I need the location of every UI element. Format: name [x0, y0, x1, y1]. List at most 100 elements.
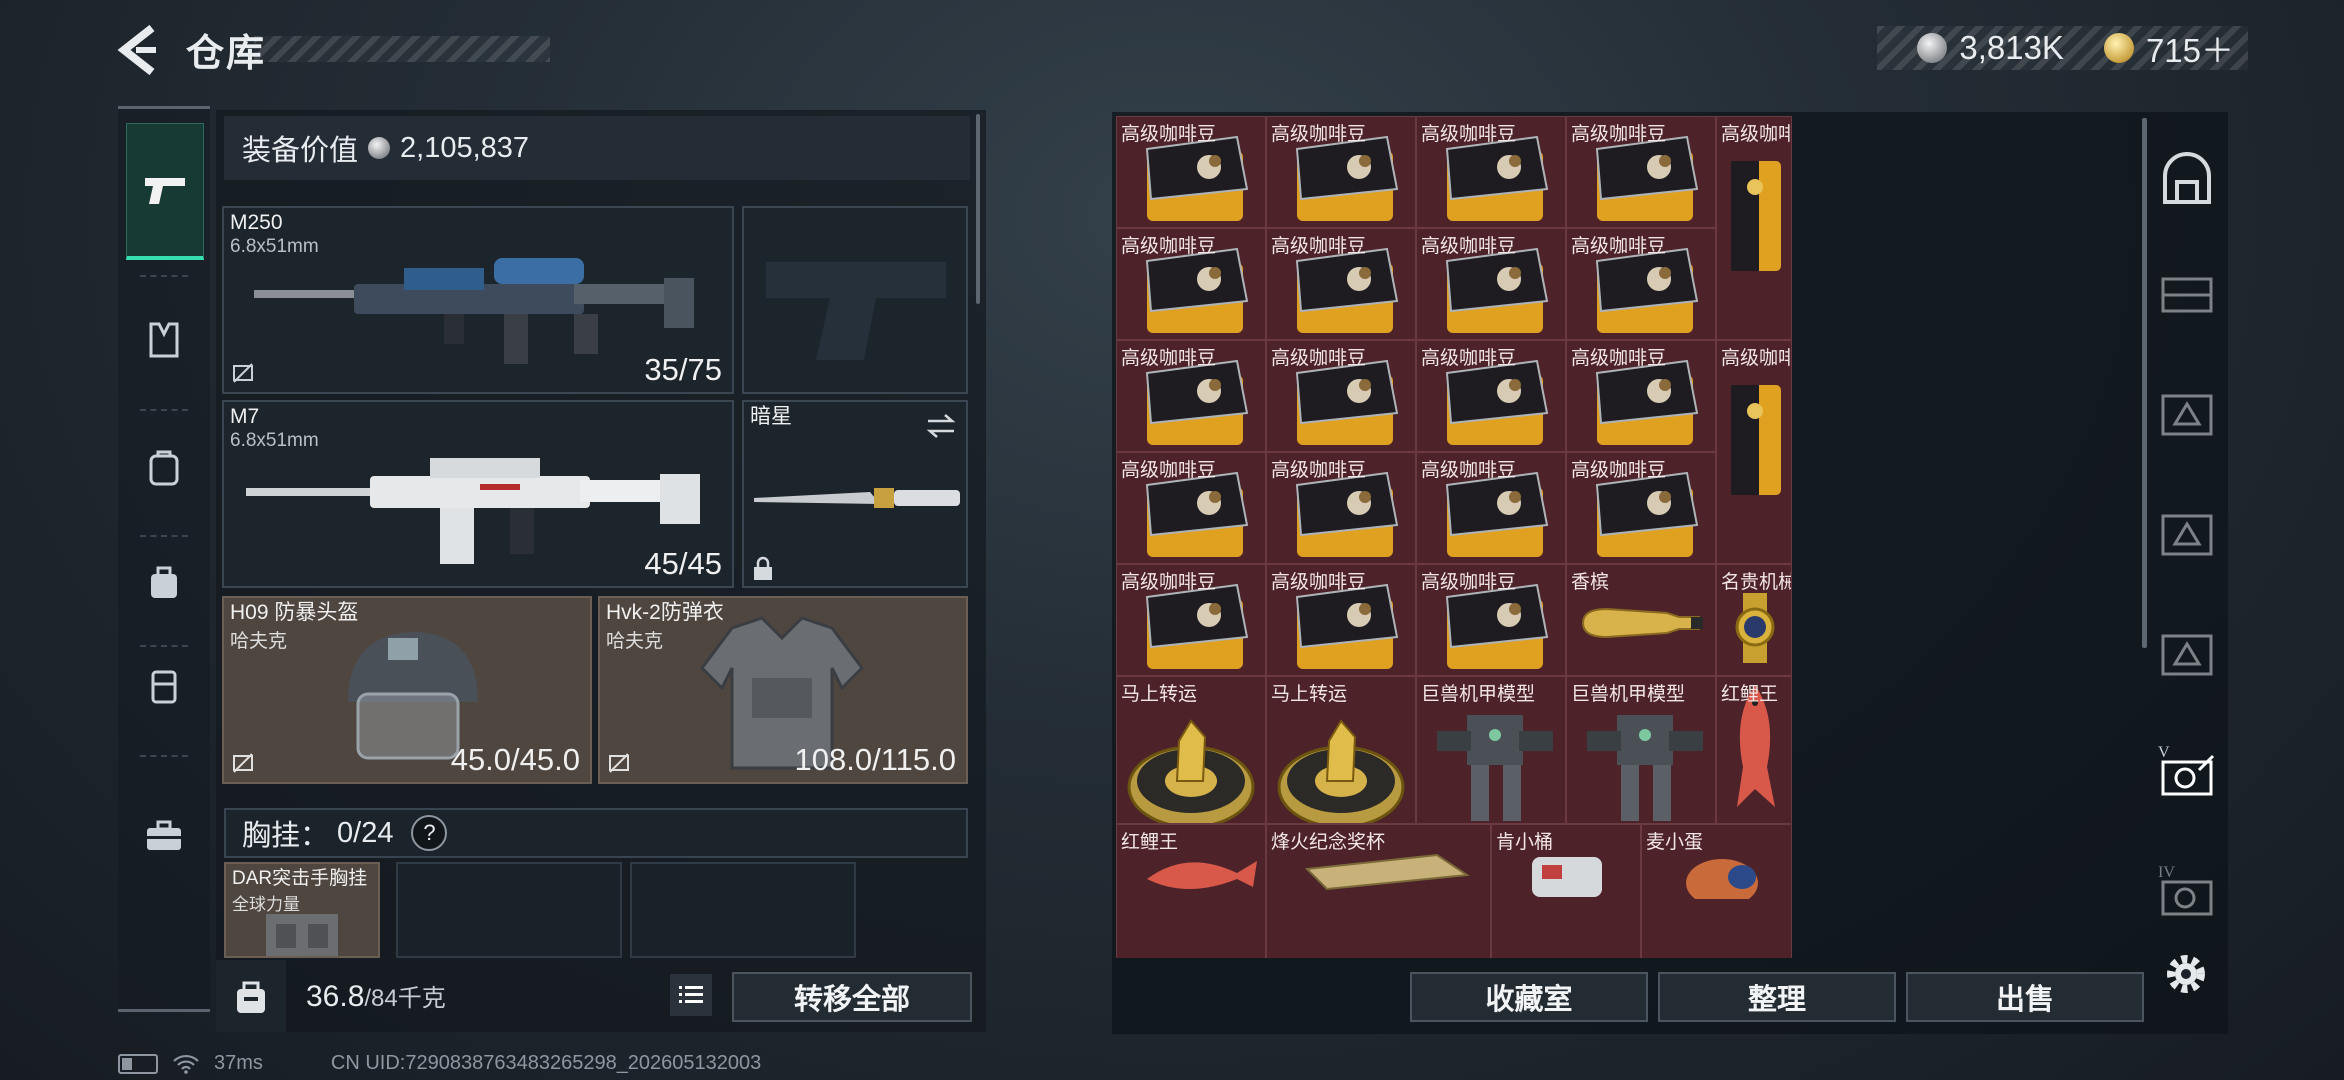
shelf-icon [2161, 277, 2213, 313]
storage-item-coffee[interactable]: 高级咖啡豆 [1566, 340, 1716, 452]
storage-item-coffee[interactable]: 高级咖啡豆 [1266, 116, 1416, 228]
no-insure-icon [609, 753, 629, 773]
storage-item-coffee[interactable]: 高级咖啡豆 [1116, 564, 1266, 676]
equipment-value: 2,105,837 [400, 131, 530, 164]
storage-item-fortune[interactable]: 马上转运 [1266, 676, 1416, 824]
storage-item-bucket[interactable]: 肯小桶 [1491, 824, 1641, 958]
storage-item-coffee[interactable]: 高级咖啡豆 [1566, 452, 1716, 564]
item-name: 马上转运 [1271, 684, 1348, 705]
storage-item-koi[interactable]: 红鲤王 [1116, 824, 1266, 958]
wifi-icon [173, 1054, 199, 1074]
gold-coin-icon [2103, 33, 2134, 63]
storage-item-champagne[interactable]: 香槟 [1566, 564, 1716, 676]
storage-page-4[interactable] [2154, 502, 2220, 568]
armor-brand: 哈夫克 [606, 631, 664, 652]
storage-page-v[interactable]: V [2154, 742, 2220, 808]
sort-button[interactable]: 整理 [1658, 972, 1896, 1022]
storage-item-watch[interactable]: 名贵机械表 [1716, 564, 1792, 676]
sidebar-tab-toolbox[interactable] [126, 791, 202, 881]
storage-item-koi[interactable]: 红鲤王 [1716, 676, 1792, 824]
silver-coin-icon [1917, 33, 1948, 63]
item-name: 肯小桶 [1496, 832, 1554, 853]
pistol-slot-empty[interactable] [742, 206, 968, 394]
item-name: 高级咖啡豆 [1121, 572, 1217, 593]
item-name: 高级咖啡豆 [1271, 460, 1367, 481]
currency-bar[interactable]: 3,813K 715＋ [1877, 26, 2248, 70]
storage-item-coffee[interactable]: 高级咖啡豆 [1116, 340, 1266, 452]
weapon-name: M7 [230, 405, 260, 428]
body-armor-slot[interactable]: Hvk-2防弹衣 哈夫克 108.0/115.0 [598, 596, 968, 784]
storage-item-coffee[interactable]: 高级咖啡豆 [1566, 228, 1716, 340]
list-view-button[interactable] [670, 974, 712, 1016]
storage-item-coffee[interactable]: 高级咖啡豆 [1416, 116, 1566, 228]
chest-rig-slot[interactable]: DAR突击手胸挂 全球力量 [224, 862, 380, 958]
chest-rig-name: DAR突击手胸挂 [232, 868, 368, 889]
primary-weapon-slot[interactable]: M250 6.8x51mm 35/75 [222, 206, 734, 394]
storage-page-2[interactable] [2154, 262, 2220, 328]
settings-gear-icon[interactable] [2160, 948, 2212, 1000]
storage-item-mech[interactable]: 巨兽机甲模型 [1416, 676, 1566, 824]
swap-icon[interactable] [926, 412, 956, 440]
storage-box-icon [2161, 634, 2213, 676]
storage-page-5[interactable] [2154, 622, 2220, 688]
storage-item-beacon-cup[interactable]: 烽火纪念奖杯 [1266, 824, 1491, 958]
storage-item-coffee[interactable]: 高级咖啡豆 [1116, 452, 1266, 564]
collection-room-button[interactable]: 收藏室 [1410, 972, 1648, 1022]
loadout-scrollbar[interactable] [976, 114, 980, 304]
item-name: 高级咖啡豆 [1271, 124, 1367, 145]
item-name: 高级咖啡豆 [1271, 348, 1367, 369]
sidebar-tab-weapons[interactable] [126, 123, 204, 260]
sidebar-tab-chest-rig[interactable] [126, 295, 202, 385]
item-name: 高级咖啡豆 [1271, 572, 1367, 593]
storage-item-coffee[interactable]: 高级咖啡豆 [1116, 228, 1266, 340]
storage-item-coffee[interactable]: 高级咖啡豆 [1116, 116, 1266, 228]
storage-item-fortune[interactable]: 马上转运 [1116, 676, 1266, 824]
knife-image [754, 488, 960, 508]
equipment-sidebar [118, 106, 210, 1012]
storage-item-mech[interactable]: 巨兽机甲模型 [1566, 676, 1716, 824]
back-arrow-icon[interactable] [116, 22, 162, 78]
bag-icon [151, 566, 177, 598]
storage-item-coffee[interactable]: 高级咖啡豆 [1266, 340, 1416, 452]
ammo-count: 45/45 [644, 546, 722, 581]
storage-item-coffee[interactable]: 高级咖啡豆 [1266, 228, 1416, 340]
item-name: 高级咖啡豆 [1421, 348, 1517, 369]
storage-item-coffee[interactable]: 高级咖啡豆 [1416, 228, 1566, 340]
weight-bag-button[interactable] [216, 960, 286, 1032]
storage-item-coffee[interactable]: 高级咖啡豆 [1716, 340, 1792, 564]
storage-item-coffee[interactable]: 高级咖啡豆 [1266, 452, 1416, 564]
helmet-slot[interactable]: H09 防暴头盔 哈夫克 45.0/45.0 [222, 596, 592, 784]
help-icon[interactable]: ? [411, 815, 448, 851]
item-name: 高级咖啡豆 [1121, 460, 1217, 481]
melee-slot[interactable]: 暗星 [742, 400, 968, 588]
storage-scrollbar[interactable] [2142, 118, 2147, 648]
item-name: 高级咖啡豆 [1571, 236, 1667, 257]
storage-item-coffee[interactable]: 高级咖啡豆 [1266, 564, 1416, 676]
sidebar-tab-case[interactable] [126, 641, 202, 731]
item-name: 马上转运 [1121, 684, 1198, 705]
secondary-weapon-slot[interactable]: M7 6.8x51mm 45/45 [222, 400, 734, 588]
inventory-empty-slot[interactable] [396, 862, 622, 958]
transfer-all-button[interactable]: 转移全部 [732, 972, 972, 1022]
storage-item-coffee[interactable]: 高级咖啡豆 [1716, 116, 1792, 340]
storage-page-iv[interactable]: IV [2154, 862, 2220, 928]
item-name: 高级咖啡豆 [1421, 124, 1517, 145]
storage-item-coffee[interactable]: 高级咖啡豆 [1566, 116, 1716, 228]
sidebar-tab-backpack[interactable] [126, 423, 202, 513]
vault-icon [2163, 152, 2211, 204]
storage-item-coffee[interactable]: 高级咖啡豆 [1416, 564, 1566, 676]
storage-page-1[interactable] [2154, 146, 2220, 212]
pistol-silhouette-icon [766, 262, 946, 360]
inventory-empty-slot[interactable] [630, 862, 856, 958]
storage-box-icon [2161, 394, 2213, 436]
storage-item-coffee[interactable]: 高级咖啡豆 [1416, 452, 1566, 564]
item-name: 高级咖啡豆 [1121, 348, 1217, 369]
sell-button[interactable]: 出售 [1906, 972, 2144, 1022]
storage-page-3[interactable] [2154, 382, 2220, 448]
sidebar-tab-bag[interactable] [126, 537, 202, 627]
helmet-brand: 哈夫克 [230, 631, 288, 652]
storage-item-mai[interactable]: 麦小蛋 [1641, 824, 1792, 958]
item-name: 香槟 [1571, 572, 1610, 593]
storage-item-coffee[interactable]: 高级咖啡豆 [1416, 340, 1566, 452]
vest-icon [149, 322, 179, 358]
